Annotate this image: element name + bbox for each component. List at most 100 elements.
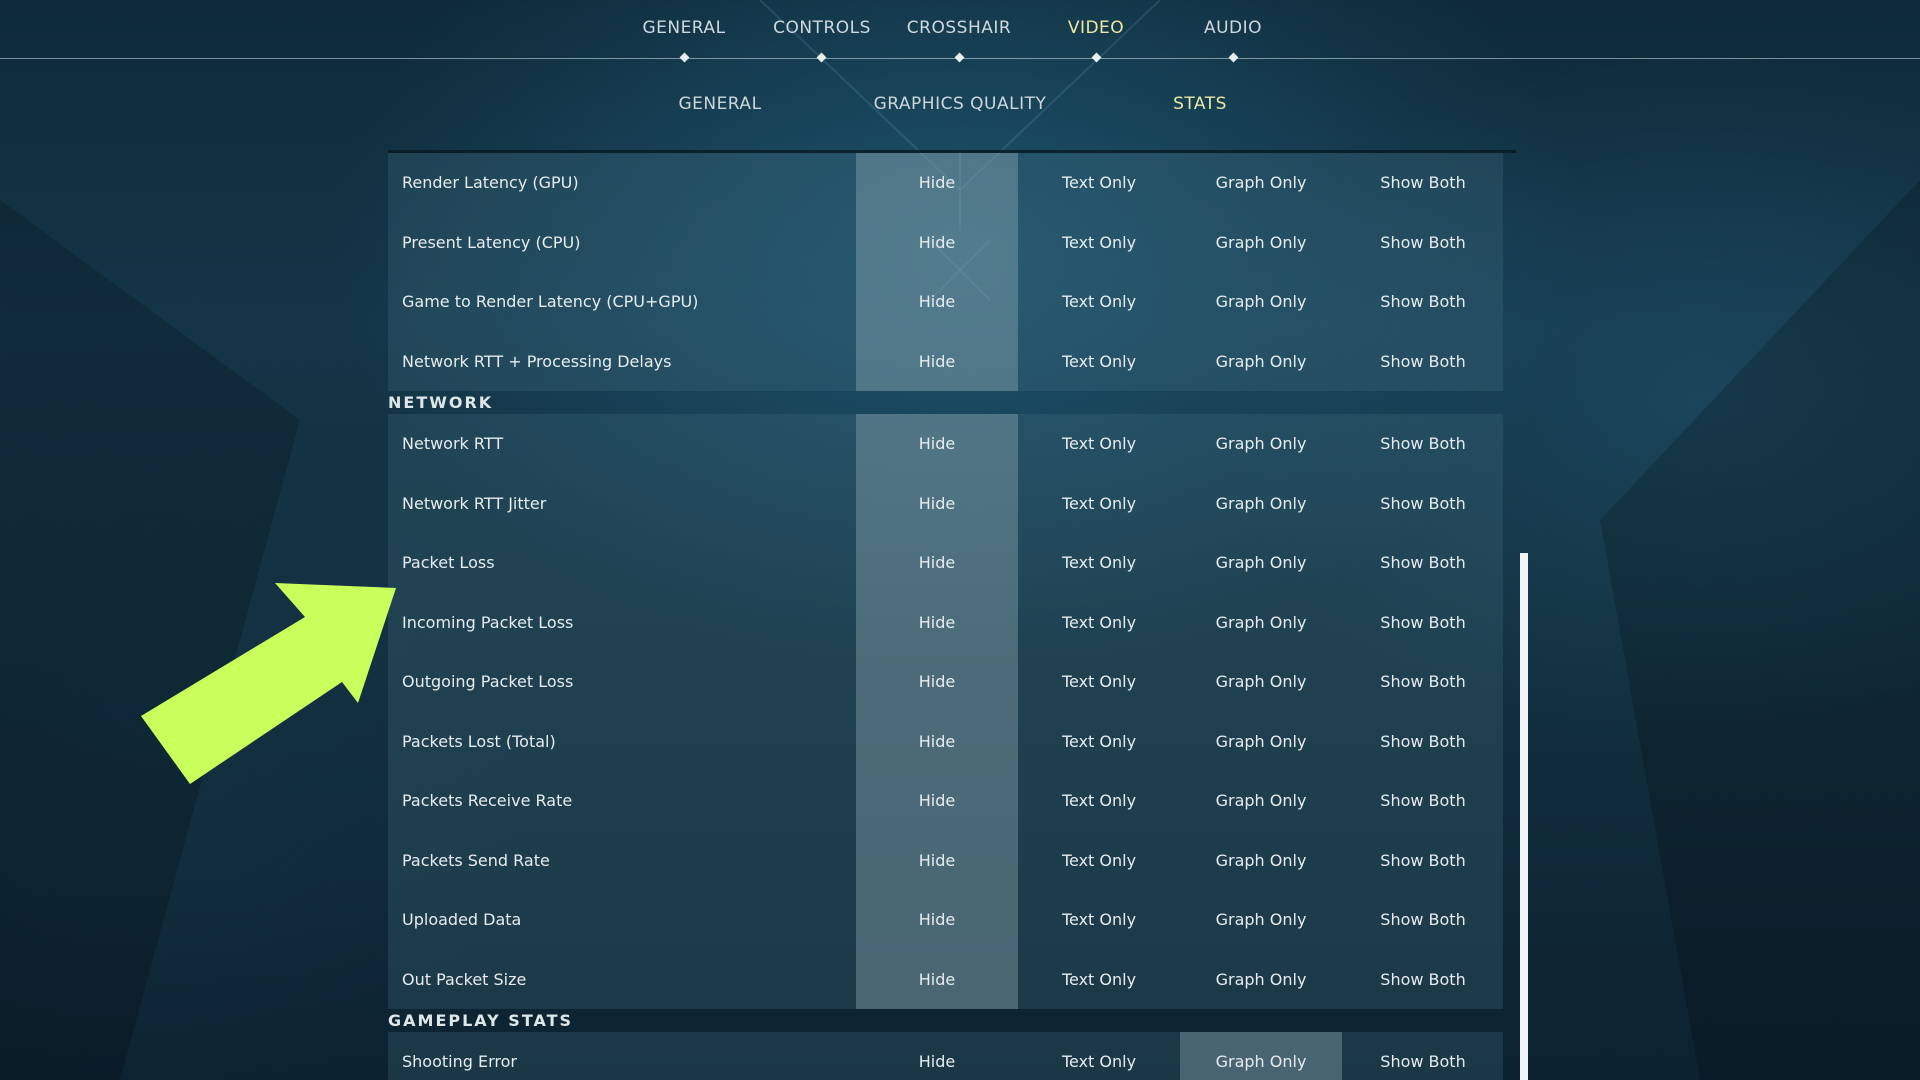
option-show-both[interactable]: Show Both [1342, 332, 1504, 392]
tab-marker-diamond [679, 52, 690, 63]
setting-label: Incoming Packet Loss [402, 612, 574, 632]
setting-label: Packet Loss [402, 553, 495, 572]
option-graph-only[interactable]: Graph Only [1180, 593, 1342, 653]
option-text-only[interactable]: Text Only [1018, 332, 1180, 392]
tab-video[interactable]: VIDEO [1026, 18, 1166, 38]
tab-marker-diamond [954, 52, 965, 63]
option-graph-only[interactable]: Graph Only [1180, 272, 1342, 332]
option-hide[interactable]: Hide [856, 272, 1018, 332]
setting-row-packets-lost-total: Packets Lost (Total) Hide Text Only Grap… [388, 711, 1504, 772]
option-text-only[interactable]: Text Only [1018, 474, 1180, 534]
option-text-only[interactable]: Text Only [1018, 831, 1180, 891]
setting-label: Network RTT + Processing Delays [402, 351, 672, 371]
option-graph-only[interactable]: Graph Only [1180, 950, 1342, 1010]
tab-marker-diamond [1228, 52, 1239, 63]
option-graph-only[interactable]: Graph Only [1180, 652, 1342, 712]
subtab-stats[interactable]: STATS [1080, 94, 1320, 114]
option-show-both[interactable]: Show Both [1342, 153, 1504, 213]
option-hide[interactable]: Hide [856, 414, 1018, 474]
option-show-both[interactable]: Show Both [1342, 593, 1504, 653]
option-graph-only[interactable]: Graph Only [1180, 771, 1342, 831]
stats-settings-list: Render Latency (GPU) Hide Text Only Grap… [388, 153, 1503, 1080]
option-graph-only[interactable]: Graph Only [1180, 213, 1342, 273]
setting-label: Out Packet Size [402, 969, 527, 989]
option-graph-only[interactable]: Graph Only [1180, 332, 1342, 392]
option-show-both[interactable]: Show Both [1342, 414, 1504, 474]
option-hide[interactable]: Hide [856, 830, 1018, 890]
option-hide[interactable]: Hide [856, 1032, 1018, 1080]
option-hide[interactable]: Hide [856, 711, 1018, 771]
option-show-both[interactable]: Show Both [1342, 771, 1504, 831]
tab-crosshair[interactable]: CROSSHAIR [889, 18, 1029, 38]
setting-row-network-rtt: Network RTT Hide Text Only Graph Only Sh… [388, 414, 1503, 474]
setting-row-packet-loss: Packet Loss Hide Text Only Graph Only Sh… [388, 533, 1503, 593]
option-show-both[interactable]: Show Both [1342, 890, 1504, 950]
option-text-only[interactable]: Text Only [1018, 1032, 1180, 1080]
option-hide[interactable]: Hide [856, 771, 1018, 831]
option-hide[interactable]: Hide [856, 533, 1018, 593]
option-text-only[interactable]: Text Only [1018, 771, 1180, 831]
scrollbar-thumb[interactable] [1520, 553, 1528, 1080]
subtab-graphics-quality[interactable]: GRAPHICS QUALITY [840, 94, 1080, 114]
option-graph-only[interactable]: Graph Only [1180, 890, 1342, 950]
option-text-only[interactable]: Text Only [1018, 890, 1180, 950]
tab-audio[interactable]: AUDIO [1163, 18, 1303, 38]
option-text-only[interactable]: Text Only [1018, 272, 1180, 332]
option-text-only[interactable]: Text Only [1018, 712, 1180, 772]
setting-row-network-rtt-processing: Network RTT + Processing Delays Hide Tex… [388, 331, 1504, 392]
option-text-only[interactable]: Text Only [1018, 950, 1180, 1010]
top-tab-bar: GENERAL CONTROLS CROSSHAIR VIDEO AUDIO [0, 0, 1920, 70]
option-text-only[interactable]: Text Only [1018, 652, 1180, 712]
setting-row-incoming-packet-loss: Incoming Packet Loss Hide Text Only Grap… [388, 592, 1504, 653]
setting-label: Packets Lost (Total) [402, 731, 556, 751]
option-text-only[interactable]: Text Only [1018, 593, 1180, 653]
option-graph-only[interactable]: Graph Only [1180, 474, 1342, 534]
option-hide[interactable]: Hide [856, 949, 1018, 1009]
option-hide[interactable]: Hide [856, 473, 1018, 533]
setting-row-outgoing-packet-loss: Outgoing Packet Loss Hide Text Only Grap… [388, 652, 1503, 712]
option-show-both[interactable]: Show Both [1342, 831, 1504, 891]
option-show-both[interactable]: Show Both [1342, 533, 1504, 593]
option-show-both[interactable]: Show Both [1342, 652, 1504, 712]
tab-controls[interactable]: CONTROLS [752, 18, 892, 38]
setting-label: Network RTT [402, 434, 504, 453]
tab-marker-diamond [1091, 52, 1102, 63]
subtab-general[interactable]: GENERAL [600, 94, 840, 114]
option-hide[interactable]: Hide [856, 652, 1018, 712]
section-header-network: NETWORK [388, 393, 494, 412]
setting-row-render-latency: Render Latency (GPU) Hide Text Only Grap… [388, 153, 1503, 213]
option-hide[interactable]: Hide [856, 153, 1018, 213]
setting-label: Packets Receive Rate [402, 791, 573, 810]
option-show-both[interactable]: Show Both [1342, 272, 1504, 332]
option-graph-only[interactable]: Graph Only [1180, 712, 1342, 772]
setting-row-network-rtt-jitter: Network RTT Jitter Hide Text Only Graph … [388, 473, 1504, 534]
option-graph-only[interactable]: Graph Only [1180, 153, 1342, 213]
option-hide[interactable]: Hide [856, 331, 1018, 391]
option-hide[interactable]: Hide [856, 890, 1018, 950]
setting-row-shooting-error: Shooting Error Hide Text Only Graph Only… [388, 1032, 1503, 1080]
setting-row-uploaded-data: Uploaded Data Hide Text Only Graph Only … [388, 890, 1503, 950]
tab-general[interactable]: GENERAL [614, 18, 754, 38]
option-graph-only[interactable]: Graph Only [1180, 533, 1342, 593]
option-show-both[interactable]: Show Both [1342, 474, 1504, 534]
option-text-only[interactable]: Text Only [1018, 533, 1180, 593]
option-graph-only[interactable]: Graph Only [1180, 1032, 1342, 1080]
option-text-only[interactable]: Text Only [1018, 213, 1180, 273]
setting-row-packets-receive-rate: Packets Receive Rate Hide Text Only Grap… [388, 771, 1503, 831]
option-text-only[interactable]: Text Only [1018, 414, 1180, 474]
option-show-both[interactable]: Show Both [1342, 712, 1504, 772]
option-show-both[interactable]: Show Both [1342, 1032, 1504, 1080]
setting-label: Outgoing Packet Loss [402, 672, 574, 691]
option-hide[interactable]: Hide [856, 212, 1018, 272]
option-hide[interactable]: Hide [856, 592, 1018, 652]
option-text-only[interactable]: Text Only [1018, 153, 1180, 213]
setting-label: Game to Render Latency (CPU+GPU) [402, 292, 699, 311]
setting-label: Network RTT Jitter [402, 493, 547, 513]
tab-marker-diamond [816, 52, 827, 63]
option-show-both[interactable]: Show Both [1342, 950, 1504, 1010]
option-show-both[interactable]: Show Both [1342, 213, 1504, 273]
setting-label: Uploaded Data [402, 910, 522, 929]
setting-row-out-packet-size: Out Packet Size Hide Text Only Graph Onl… [388, 949, 1504, 1010]
option-graph-only[interactable]: Graph Only [1180, 414, 1342, 474]
option-graph-only[interactable]: Graph Only [1180, 831, 1342, 891]
